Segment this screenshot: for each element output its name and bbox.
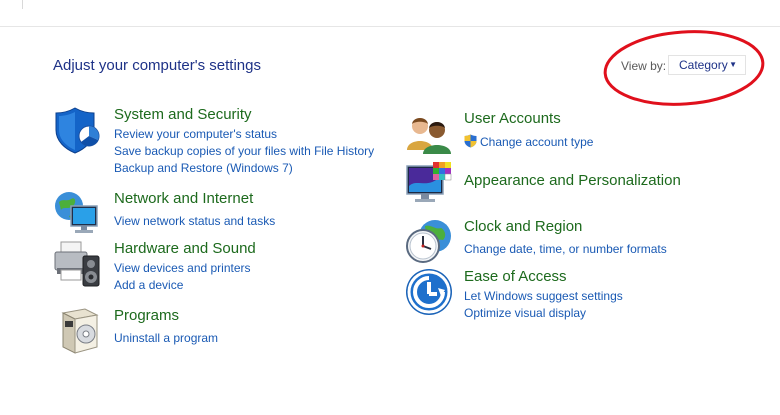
view-by-value: Category	[679, 58, 728, 72]
clock-globe-icon	[406, 220, 451, 263]
link-date-time-formats[interactable]: Change date, time, or number formats	[464, 242, 667, 256]
monitor-palette-icon	[406, 162, 452, 202]
category-title-clock-region[interactable]: Clock and Region	[464, 218, 582, 235]
link-review-status[interactable]: Review your computer's status	[114, 127, 277, 141]
category-title-hardware-sound[interactable]: Hardware and Sound	[114, 240, 256, 257]
top-bar	[0, 0, 780, 27]
chevron-down-icon: ▼	[729, 60, 737, 69]
link-network-status[interactable]: View network status and tasks	[114, 214, 275, 228]
page-title: Adjust your computer's settings	[53, 57, 261, 74]
category-title-ease-of-access[interactable]: Ease of Access	[464, 268, 567, 285]
link-backup-restore[interactable]: Backup and Restore (Windows 7)	[114, 161, 293, 175]
link-suggest-settings[interactable]: Let Windows suggest settings	[464, 289, 623, 303]
ease-of-access-icon	[406, 269, 452, 315]
users-icon	[407, 118, 451, 154]
link-add-device[interactable]: Add a device	[114, 278, 183, 292]
category-title-programs[interactable]: Programs	[114, 307, 179, 324]
link-uninstall-program[interactable]: Uninstall a program	[114, 331, 218, 345]
printer-speaker-icon	[54, 241, 100, 287]
link-devices-printers[interactable]: View devices and printers	[114, 261, 251, 275]
link-file-history[interactable]: Save backup copies of your files with Fi…	[114, 144, 374, 158]
category-title-network-internet[interactable]: Network and Internet	[114, 190, 253, 207]
category-title-system-security[interactable]: System and Security	[114, 106, 252, 123]
globe-monitor-icon	[55, 192, 98, 233]
view-by-label: View by:	[621, 59, 667, 73]
shield-icon	[55, 107, 100, 154]
view-by-dropdown[interactable]: Category ▼	[668, 55, 746, 75]
link-change-account-type[interactable]: Change account type	[464, 134, 593, 149]
category-title-appearance[interactable]: Appearance and Personalization	[464, 172, 681, 189]
software-box-icon	[61, 308, 99, 354]
link-optimize-visual[interactable]: Optimize visual display	[464, 306, 586, 320]
link-change-account-type-label: Change account type	[480, 135, 594, 149]
top-bar-divider	[22, 0, 23, 9]
category-title-user-accounts[interactable]: User Accounts	[464, 110, 561, 127]
uac-shield-icon	[464, 134, 477, 148]
